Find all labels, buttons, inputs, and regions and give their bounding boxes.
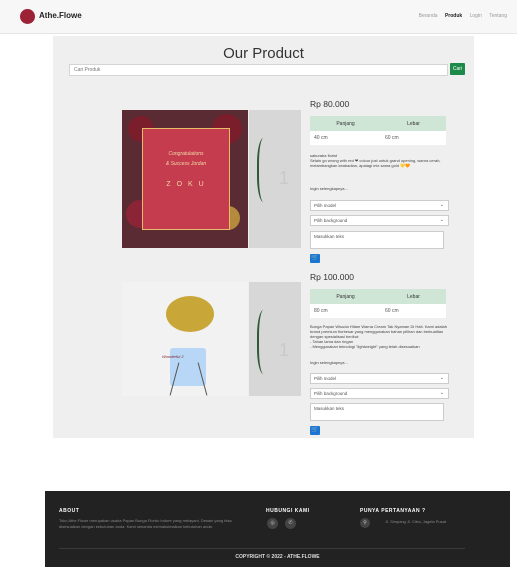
instagram-icon[interactable]: ◎ <box>267 518 278 529</box>
background-select[interactable]: Pilih background ⌄ <box>310 388 449 399</box>
product-price: Rp 80.000 <box>310 99 350 109</box>
copyright: COPYRIGHT © 2022 - ATHE.FLOWE <box>235 554 320 560</box>
nav-menu: Beranda Produk Login Tentang <box>413 13 507 19</box>
image-text: & Success Jordan <box>165 161 207 167</box>
model-select-value: Pilih model <box>314 376 337 381</box>
product-description: Bunga Papan Wisuda Hitam Warna Cream Tak… <box>310 324 447 349</box>
footer-about-title: ABOUT <box>59 508 80 514</box>
image-text: Congratulations <box>168 151 204 157</box>
col-panjang: Panjang <box>310 289 382 304</box>
chevron-down-icon: ⌄ <box>439 390 444 396</box>
product-description: sakuraba florist Selain go wrong with re… <box>310 153 441 168</box>
dimension-table: Panjang Lebar 40 cm 60 cm <box>310 116 446 145</box>
read-more-link[interactable]: Ingin selengkapnya... <box>310 360 447 365</box>
page-title: Our Product <box>223 45 304 62</box>
side-number: 1 <box>279 340 290 360</box>
panjang-value: 40 cm <box>310 131 382 145</box>
panjang-value: 80 cm <box>310 304 382 318</box>
flower-bouquet <box>166 296 214 332</box>
product-image[interactable]: Wonderful 2 <box>122 282 248 396</box>
dimension-table: Panjang Lebar 80 cm 60 cm <box>310 289 446 318</box>
image-text: Z O K U <box>166 181 206 188</box>
whatsapp-icon[interactable]: ✆ <box>285 518 296 529</box>
model-select[interactable]: Pilih model ⌄ <box>310 373 449 384</box>
location-icon: ⚲ <box>360 518 370 528</box>
footer-address: Jl. Simpang Jl. Citra, Jagela Pusat <box>385 519 446 524</box>
leaf-decoration <box>257 138 273 202</box>
lebar-value: 60 cm <box>381 131 446 145</box>
col-lebar: Lebar <box>381 116 446 131</box>
navbar: Athe.Flowe Beranda Produk Login Tentang <box>0 0 517 34</box>
footer: ABOUT Toko Athe.Flowe merupakan usaha Pa… <box>45 491 510 567</box>
leaf-decoration <box>257 310 273 374</box>
model-select[interactable]: Pilih model ⌄ <box>310 200 449 211</box>
footer-divider <box>59 548 465 549</box>
nav-link-login[interactable]: Login <box>470 13 482 19</box>
col-lebar: Lebar <box>381 289 446 304</box>
product-side-image: 1 <box>249 282 301 396</box>
side-number: 1 <box>279 168 290 188</box>
text-input[interactable]: Masukkan teks <box>310 403 444 421</box>
background-select-value: Pilih background <box>314 391 348 396</box>
footer-contact-title: HUBUNGI KAMI <box>266 508 310 514</box>
read-more-link[interactable]: Ingin selengkapnya... <box>310 186 447 191</box>
cart-button[interactable]: 🛒 <box>310 426 320 435</box>
nav-link-produk[interactable]: Produk <box>445 13 462 19</box>
cart-button[interactable]: 🛒 <box>310 254 320 263</box>
chevron-down-icon: ⌄ <box>439 375 444 381</box>
footer-faq-title: PUNYA PERTANYAAN ? <box>360 508 426 514</box>
footer-about-text: Toko Athe.Flowe merupakan usaha Papan Bu… <box>59 518 232 529</box>
image-text: Wonderful 2 <box>162 354 184 359</box>
cart-icon: 🛒 <box>311 427 319 433</box>
chevron-down-icon: ⌄ <box>439 217 444 223</box>
product-section: Our Product Cari Produk Cari Congratulat… <box>53 36 474 438</box>
nav-link-tentang[interactable]: Tentang <box>489 13 507 19</box>
text-input[interactable]: Masukkan teks <box>310 231 444 249</box>
background-select[interactable]: Pilih background ⌄ <box>310 215 449 226</box>
nav-link-beranda[interactable]: Beranda <box>419 13 438 19</box>
chevron-down-icon: ⌄ <box>439 202 444 208</box>
product-image[interactable]: Congratulations & Success Jordan Z O K U <box>122 110 248 248</box>
search-button[interactable]: Cari <box>450 63 465 75</box>
search-input[interactable]: Cari Produk <box>69 64 448 76</box>
background-select-value: Pilih background <box>314 218 348 223</box>
product-sign: Congratulations & Success Jordan Z O K U <box>142 128 230 230</box>
cart-icon: 🛒 <box>311 255 319 261</box>
lebar-value: 60 cm <box>381 304 446 318</box>
brand-logo[interactable] <box>20 9 35 24</box>
product-price: Rp 100.000 <box>310 272 354 282</box>
brand-name[interactable]: Athe.Flowe <box>39 11 82 20</box>
col-panjang: Panjang <box>310 116 382 131</box>
product-side-image: 1 <box>249 110 301 248</box>
model-select-value: Pilih model <box>314 203 337 208</box>
